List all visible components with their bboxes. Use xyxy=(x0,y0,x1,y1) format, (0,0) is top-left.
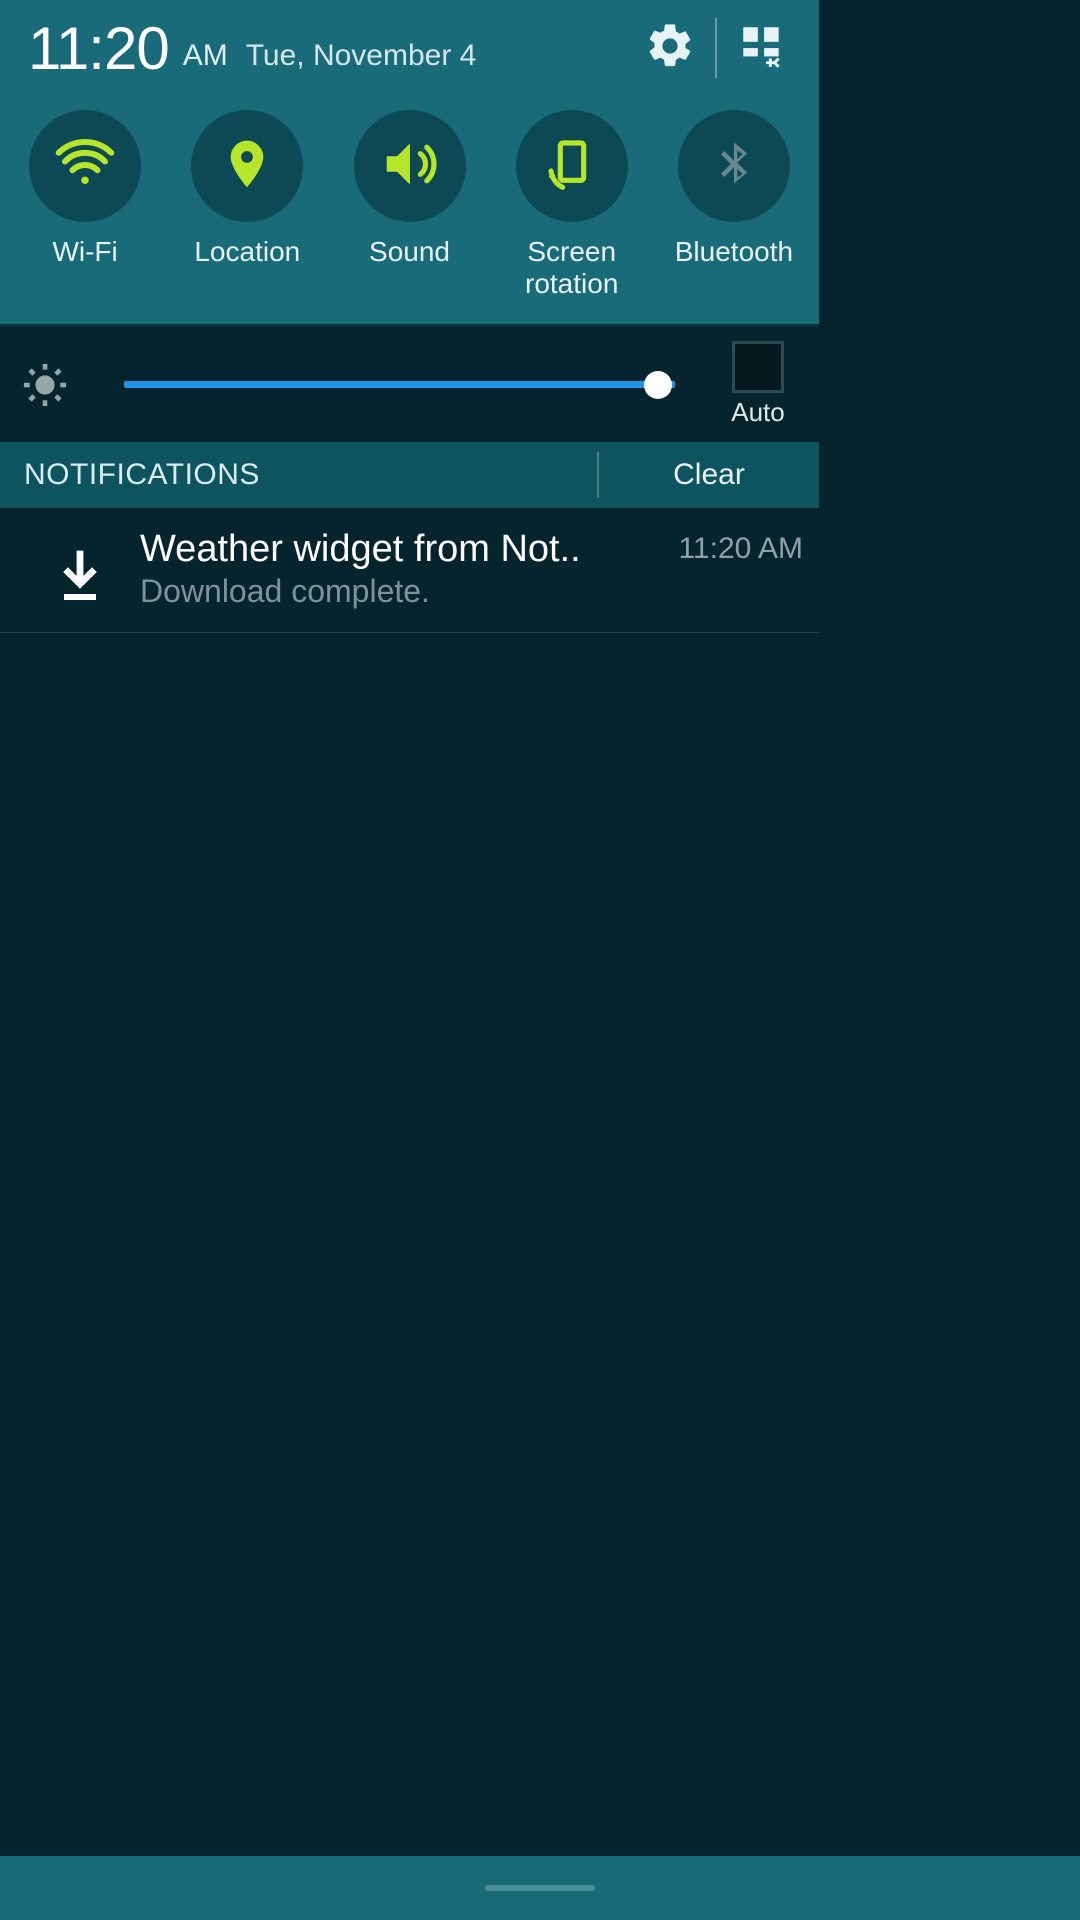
notification-subtitle: Download complete. xyxy=(140,573,664,610)
toggle-label: Location xyxy=(194,236,300,268)
toggle-bluetooth[interactable]: Bluetooth xyxy=(653,110,815,268)
settings-button[interactable] xyxy=(635,13,705,83)
clock-date: Tue, November 4 xyxy=(246,39,477,73)
bluetooth-icon xyxy=(708,138,760,195)
sound-icon xyxy=(379,133,441,200)
header: 11:20 AM Tue, November 4 xyxy=(0,0,819,96)
notifications-title: NOTIFICATIONS xyxy=(24,458,597,492)
download-icon xyxy=(20,528,140,604)
clock-time: 11:20 xyxy=(28,14,169,83)
notifications-bar: NOTIFICATIONS Clear xyxy=(0,442,819,508)
toggle-label: Screen rotation xyxy=(525,236,618,300)
panel-drag-handle[interactable] xyxy=(0,1856,1080,1920)
toggle-wifi[interactable]: Wi-Fi xyxy=(4,110,166,268)
brightness-slider[interactable] xyxy=(124,365,675,405)
quick-toggles-row: Wi-Fi Location Sound xyxy=(0,96,819,324)
quick-panel-grid-button[interactable] xyxy=(727,13,797,83)
brightness-panel: Auto xyxy=(0,324,819,442)
gear-icon xyxy=(644,20,696,77)
location-icon xyxy=(219,136,275,197)
toggle-label: Bluetooth xyxy=(675,236,793,268)
clear-button[interactable]: Clear xyxy=(599,458,819,492)
screen-rotation-icon xyxy=(544,136,600,197)
notification-title: Weather widget from Not.. xyxy=(140,528,664,571)
toggle-label: Sound xyxy=(369,236,450,268)
brightness-icon xyxy=(22,362,88,408)
toggle-location[interactable]: Location xyxy=(166,110,328,268)
grid-icon xyxy=(737,21,787,76)
notification-item[interactable]: Weather widget from Not.. Download compl… xyxy=(0,508,819,633)
brightness-auto-checkbox[interactable] xyxy=(732,341,784,393)
brightness-auto-label: Auto xyxy=(731,397,785,428)
header-divider xyxy=(715,18,717,78)
notification-time: 11:20 AM xyxy=(678,528,803,566)
toggle-sound[interactable]: Sound xyxy=(328,110,490,268)
toggle-screen-rotation[interactable]: Screen rotation xyxy=(491,110,653,300)
wifi-icon xyxy=(55,134,115,199)
clock-ampm: AM xyxy=(183,39,228,73)
toggle-label: Wi-Fi xyxy=(52,236,117,268)
